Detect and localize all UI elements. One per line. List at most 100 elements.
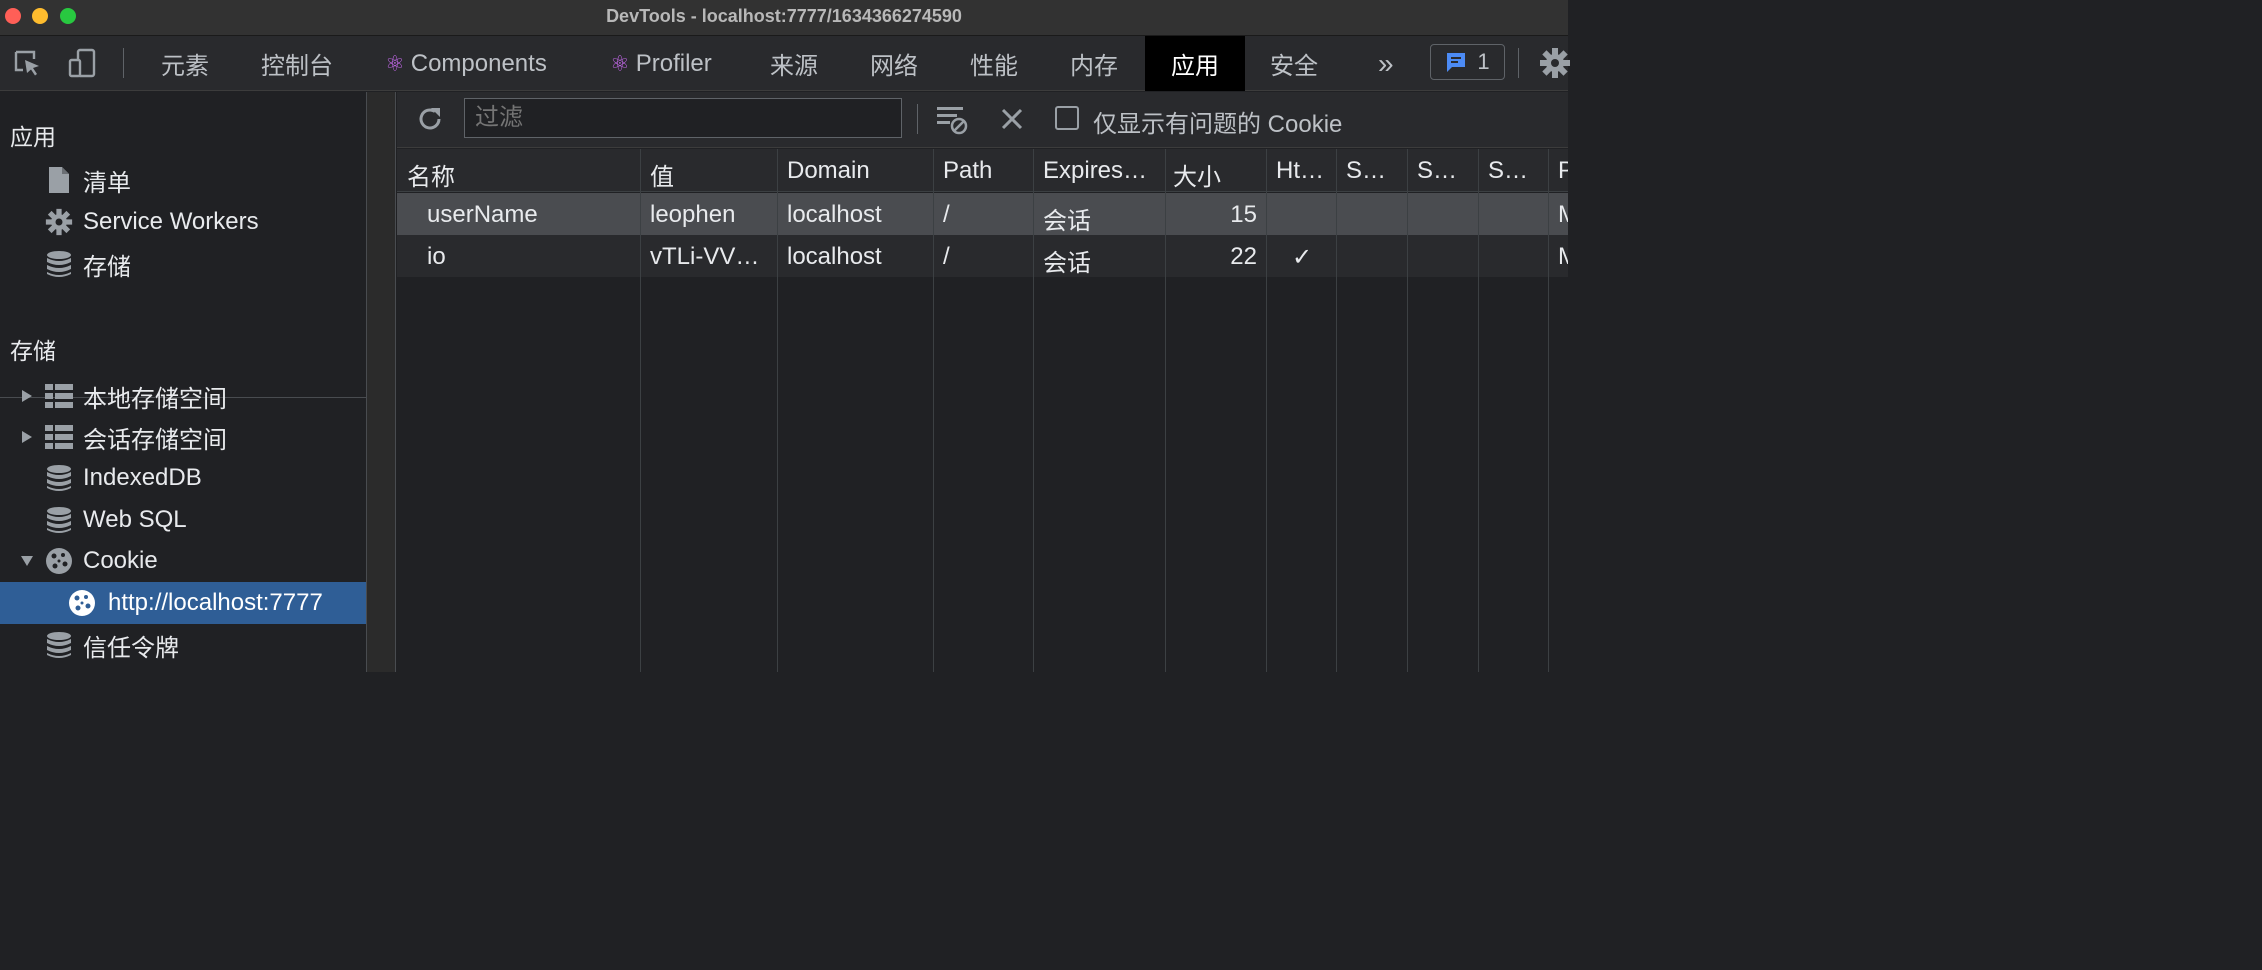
window-title: DevTools - localhost:7777/1634366274590: [606, 6, 962, 26]
cell-expires: 会话: [1043, 250, 1091, 277]
sidebar-heading-storage: 存储: [10, 338, 56, 364]
only-issues-checkbox[interactable]: [1055, 106, 1079, 130]
double-chevron-icon: »: [1378, 47, 1394, 79]
only-issues-label: 仅显示有问题的 Cookie: [1093, 111, 1343, 138]
clear-filtered-icon[interactable]: [935, 102, 969, 136]
tab-sources[interactable]: 来源: [755, 36, 833, 91]
sidebar-resizer[interactable]: [366, 92, 396, 672]
sidebar-item-trust-tokens[interactable]: 信任令牌: [0, 624, 366, 666]
table-header: 名称 值 Domain Path Expires… 大小 Ht… S… S… S…: [397, 149, 1568, 192]
toolbar-separator: [917, 104, 918, 134]
column-divider[interactable]: [1478, 149, 1479, 672]
column-divider[interactable]: [777, 149, 778, 672]
cell-priority: M: [1558, 243, 1568, 271]
cell-expires: 会话: [1043, 208, 1091, 235]
column-divider[interactable]: [1033, 149, 1034, 672]
tab-profiler[interactable]: ⚛ Profiler: [595, 36, 727, 91]
cell-path: /: [943, 201, 950, 228]
refresh-icon[interactable]: [413, 102, 447, 136]
table-row[interactable]: io vTLi-VV… localhost / 会话 22 ✓ M: [397, 235, 1568, 277]
column-header-secure[interactable]: S…: [1346, 157, 1386, 185]
file-icon: [44, 165, 74, 195]
column-divider[interactable]: [1266, 149, 1267, 672]
gear-icon: [44, 207, 74, 237]
cell-value: vTLi-VV…: [650, 243, 760, 270]
column-header-value[interactable]: 值: [650, 157, 674, 192]
filter-input[interactable]: [464, 98, 902, 138]
cookies-table: 名称 值 Domain Path Expires… 大小 Ht… S… S… S…: [397, 149, 1568, 672]
sidebar-item-indexeddb[interactable]: IndexedDB: [0, 457, 366, 499]
tab-network[interactable]: 网络: [855, 36, 933, 91]
tab-performance[interactable]: 性能: [955, 36, 1033, 91]
cell-size: 15: [1230, 201, 1257, 228]
cell-value: leophen: [650, 201, 736, 228]
sidebar-item-storage[interactable]: 存储: [0, 243, 366, 285]
sidebar-item-manifest[interactable]: 清单: [0, 159, 366, 201]
application-sidebar: 应用 清单 Service Workers 存储 存储 本地存储空间 会话存储空…: [0, 92, 366, 672]
react-icon: ⚛: [610, 50, 630, 76]
cell-path: /: [943, 243, 950, 270]
column-header-domain[interactable]: Domain: [787, 157, 870, 185]
column-header-path[interactable]: Path: [943, 157, 992, 185]
title-bar: DevTools - localhost:7777/1634366274590: [0, 0, 1568, 36]
column-header-sameparty[interactable]: S…: [1488, 157, 1528, 185]
tab-console[interactable]: 控制台: [246, 36, 348, 91]
react-icon: ⚛: [385, 50, 405, 76]
column-divider[interactable]: [640, 149, 641, 672]
cell-size: 22: [1230, 243, 1257, 270]
cell-name: io: [427, 243, 446, 270]
cell-domain: localhost: [787, 201, 882, 228]
cookie-icon: [44, 546, 74, 576]
cell-httponly: ✓: [1292, 244, 1313, 271]
column-header-httponly[interactable]: Ht…: [1276, 157, 1324, 185]
cell-priority: M: [1558, 201, 1568, 229]
expand-arrow-icon[interactable]: [20, 430, 34, 444]
sidebar-item-local-storage[interactable]: 本地存储空间: [0, 375, 366, 417]
device-toolbar-icon[interactable]: [65, 46, 99, 80]
cookie-toolbar: 仅显示有问题的 Cookie: [397, 92, 1568, 148]
sidebar-item-service-workers[interactable]: Service Workers: [0, 201, 366, 243]
table-row[interactable]: userName leophen localhost / 会话 15 M: [397, 193, 1568, 235]
devtools-tabbar: 元素 控制台 ⚛ Components ⚛ Profiler 来源 网络 性能 …: [0, 36, 1570, 91]
tabbar-separator: [123, 48, 124, 78]
issues-count: 1: [1477, 49, 1490, 74]
cell-domain: localhost: [787, 243, 882, 270]
cookie-icon: [67, 588, 97, 618]
tab-memory[interactable]: 内存: [1055, 36, 1133, 91]
table-icon: [44, 381, 74, 411]
sidebar-item-web-sql[interactable]: Web SQL: [0, 499, 366, 541]
cell-name: userName: [427, 201, 538, 228]
more-tabs-button[interactable]: »: [1378, 36, 1394, 91]
tab-security[interactable]: 安全: [1255, 36, 1333, 91]
inspect-element-icon[interactable]: [10, 46, 44, 80]
column-header-samesite[interactable]: S…: [1417, 157, 1457, 185]
tab-application[interactable]: 应用: [1145, 36, 1245, 91]
expand-arrow-icon[interactable]: [20, 389, 34, 403]
column-divider[interactable]: [933, 149, 934, 672]
column-header-size[interactable]: 大小: [1173, 157, 1221, 192]
message-icon: [1447, 53, 1466, 72]
table-icon: [44, 422, 74, 452]
sidebar-item-cookie-origin[interactable]: http://localhost:7777: [0, 582, 366, 624]
database-icon: [44, 463, 74, 493]
close-icon[interactable]: [995, 102, 1029, 136]
sidebar-heading-application: 应用: [10, 124, 56, 150]
tabbar-separator: [1518, 48, 1519, 78]
database-icon: [44, 249, 74, 279]
sidebar-item-session-storage[interactable]: 会话存储空间: [0, 416, 366, 458]
sidebar-item-cookies[interactable]: Cookie: [0, 540, 366, 582]
database-icon: [44, 630, 74, 660]
tab-components[interactable]: ⚛ Components: [370, 36, 562, 91]
column-header-name[interactable]: 名称: [407, 157, 455, 192]
column-divider[interactable]: [1407, 149, 1408, 672]
issues-button[interactable]: 1: [1430, 44, 1505, 80]
column-header-priority[interactable]: P: [1558, 157, 1568, 185]
column-divider[interactable]: [1548, 149, 1549, 672]
column-divider[interactable]: [1336, 149, 1337, 672]
column-header-expires[interactable]: Expires…: [1043, 157, 1147, 185]
tab-elements[interactable]: 元素: [146, 36, 224, 91]
column-divider[interactable]: [1165, 149, 1166, 672]
settings-gear-icon[interactable]: [1538, 46, 1572, 80]
database-icon: [44, 505, 74, 535]
collapse-arrow-icon[interactable]: [20, 555, 34, 567]
